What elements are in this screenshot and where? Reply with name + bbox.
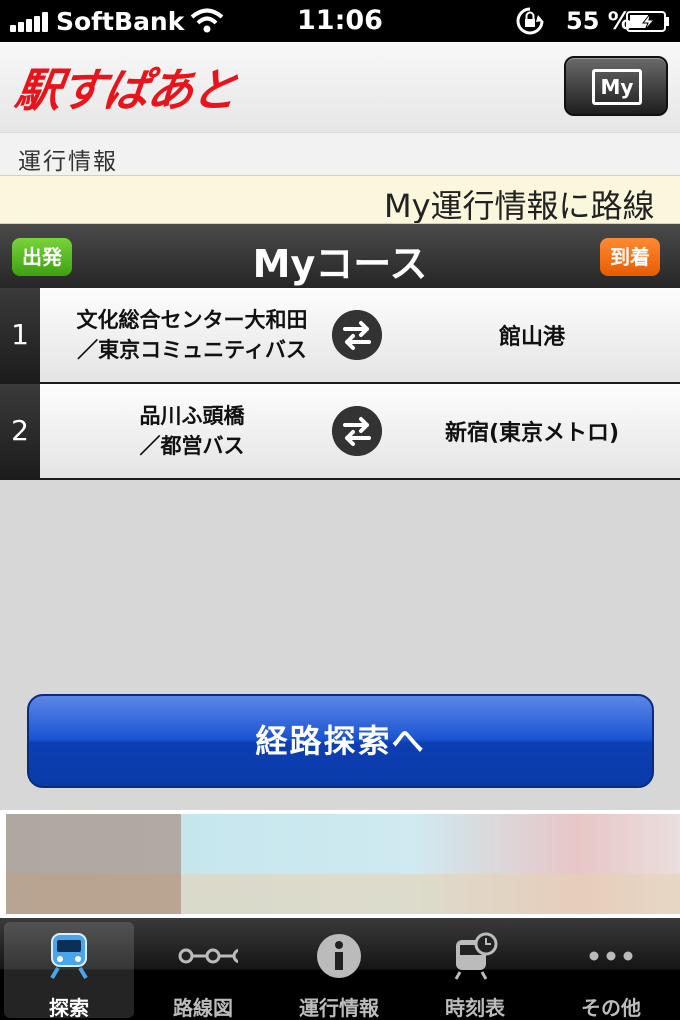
departure-operator: ／都営バス: [139, 434, 245, 458]
tab-label: 路線図: [173, 996, 233, 1020]
course-list: 1 文化総合センター大和田 ／東京コミュニティバス 館山港 2 品川ふ頭橋 ／都…: [0, 288, 680, 480]
battery-percentage: 55 %: [566, 7, 632, 35]
section-label: 運行情報: [0, 132, 680, 176]
course-departure: 品川ふ頭橋 ／都営バス: [40, 384, 344, 478]
ad-banner[interactable]: [0, 810, 680, 918]
course-departure: 文化総合センター大和田 ／東京コミュニティバス: [40, 288, 344, 382]
battery-icon: [626, 11, 669, 32]
course-arrival: 新宿(東京メトロ): [444, 421, 620, 446]
rotation-lock-icon: [516, 7, 544, 35]
app-logo: 駅すぱあと: [11, 63, 240, 117]
course-arrival: 館山港: [498, 325, 565, 350]
info-icon: [317, 934, 361, 978]
swap-icon[interactable]: [332, 406, 382, 456]
status-bar: SoftBank 11:06 55 %: [0, 0, 680, 42]
route-map-icon: [178, 948, 238, 964]
ticker-text: My運行情報に路線: [384, 187, 655, 224]
departure-station: 品川ふ頭橋: [139, 404, 245, 428]
timetable-icon: [454, 932, 498, 980]
tab-other[interactable]: その他: [546, 922, 676, 1020]
tab-search[interactable]: 探索: [4, 922, 134, 1020]
course-number: 1: [0, 288, 40, 382]
more-icon: [589, 951, 633, 961]
course-number: 2: [0, 384, 40, 478]
course-row[interactable]: 2 品川ふ頭橋 ／都営バス 新宿(東京メトロ): [0, 384, 680, 480]
swap-icon[interactable]: [332, 310, 382, 360]
ad-image: [6, 814, 680, 914]
tab-route-map[interactable]: 路線図: [138, 922, 268, 1020]
my-button[interactable]: My: [564, 56, 668, 116]
tab-label: 探索: [49, 996, 89, 1020]
tab-timetable[interactable]: 時刻表: [410, 922, 540, 1020]
my-course-title: Myコース: [252, 242, 428, 286]
tab-label: その他: [581, 996, 641, 1020]
my-course-header: 出発 Myコース 到着: [0, 224, 680, 288]
service-info-ticker[interactable]: My運行情報に路線: [0, 176, 680, 224]
app-header: 駅すぱあと My: [0, 42, 680, 132]
route-search-button[interactable]: 経路探索へ: [27, 694, 654, 788]
tab-label: 時刻表: [445, 996, 505, 1020]
tab-service-info[interactable]: 運行情報: [274, 922, 404, 1020]
arrival-badge: 到着: [600, 238, 660, 276]
tab-bar: 探索 路線図 運行情報 時刻表 その他: [0, 918, 680, 1020]
course-row[interactable]: 1 文化総合センター大和田 ／東京コミュニティバス 館山港: [0, 288, 680, 384]
tab-label: 運行情報: [299, 996, 379, 1020]
train-icon: [50, 933, 88, 980]
section-label-text: 運行情報: [18, 149, 118, 175]
my-book-icon: My: [592, 69, 642, 105]
departure-operator: ／東京コミュニティバス: [77, 338, 307, 362]
departure-station: 文化総合センター大和田: [76, 308, 308, 332]
